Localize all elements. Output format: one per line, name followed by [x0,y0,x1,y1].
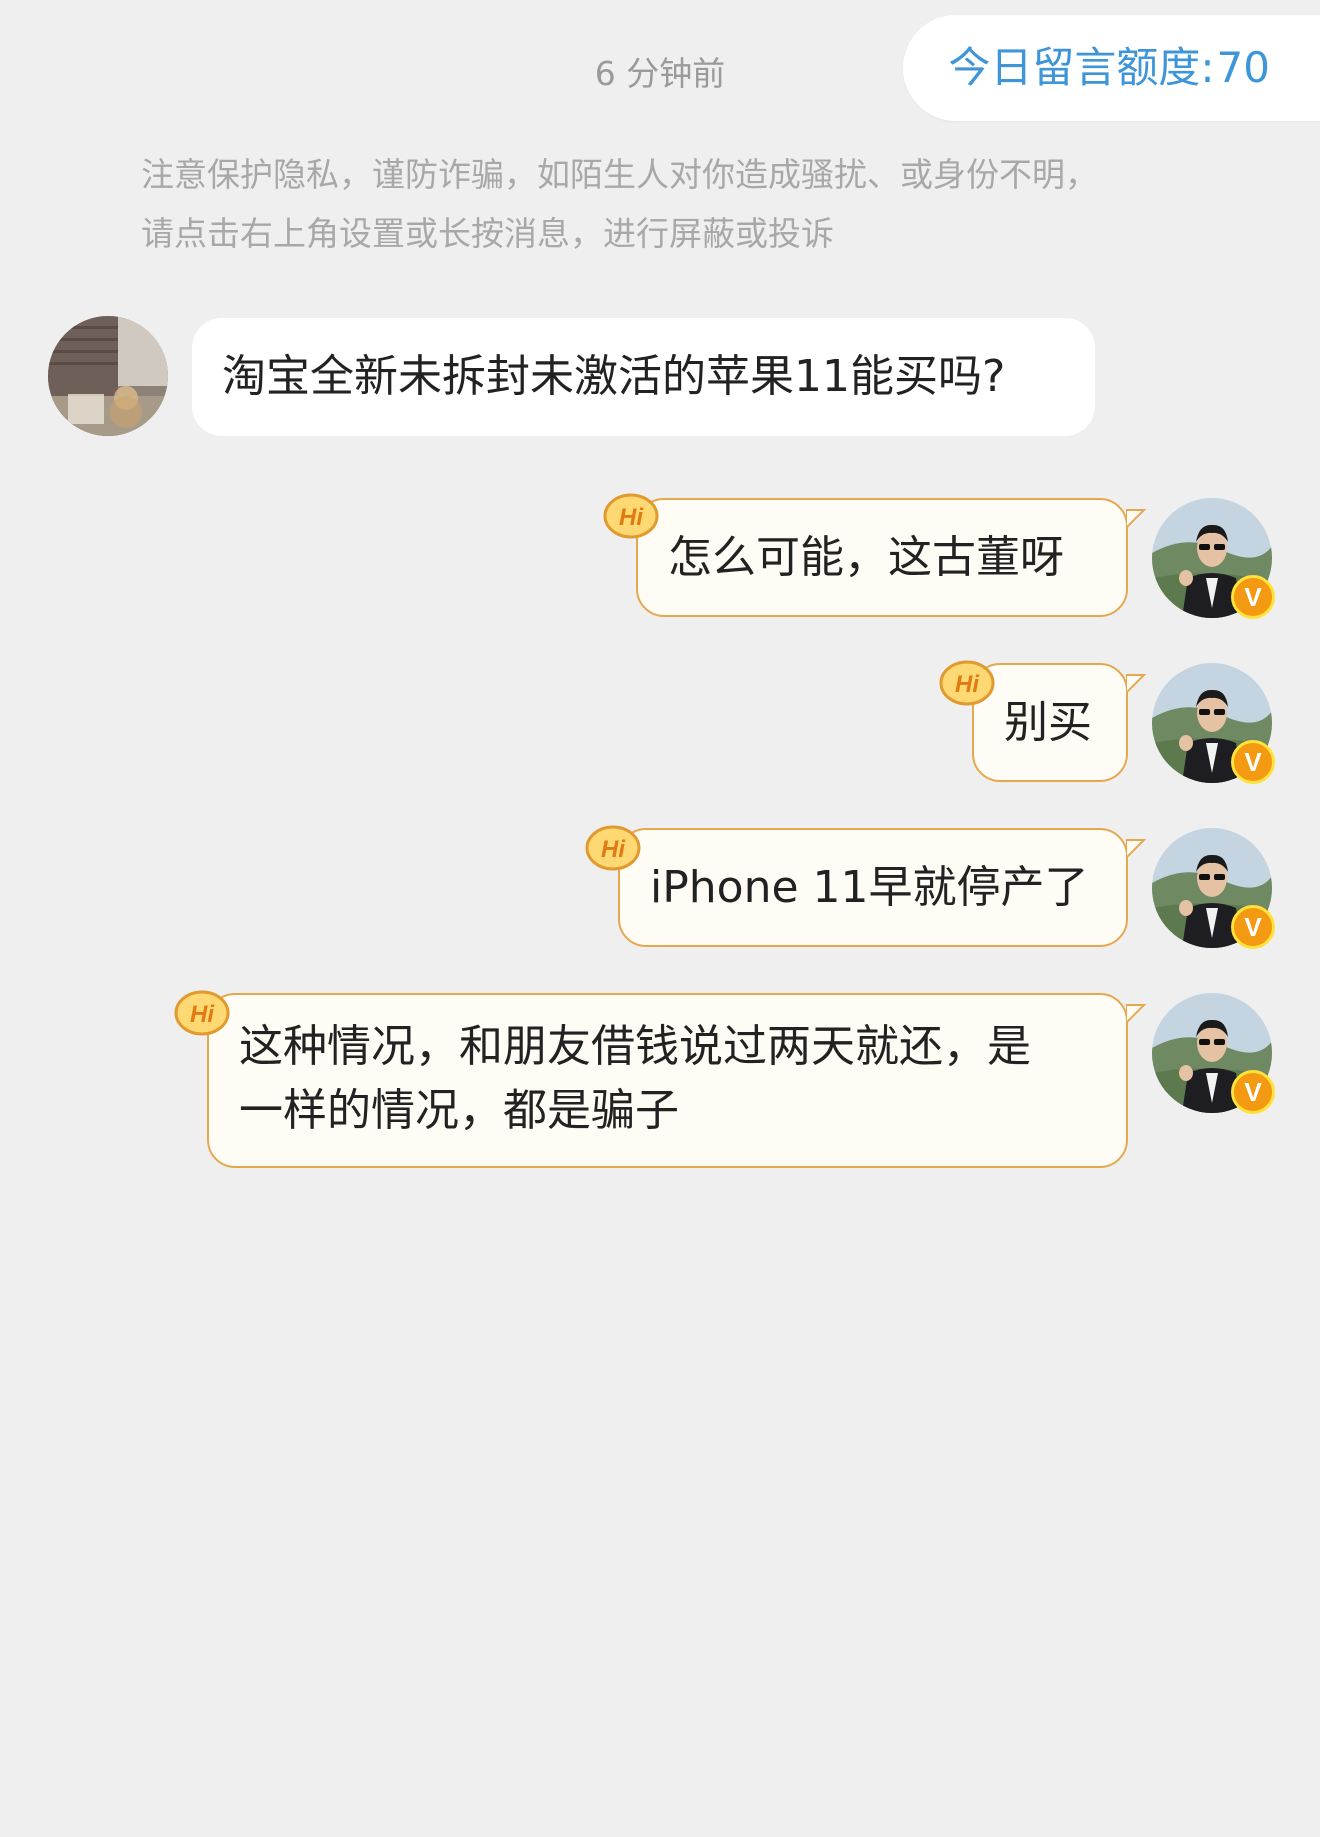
outgoing-message-bubble[interactable]: 怎么可能，这古董呀 [636,498,1128,617]
outgoing-message-text: 别买 [1004,697,1092,748]
quota-label: 今日留言额度: [948,43,1215,92]
outgoing-message-text: 怎么可能，这古董呀 [668,532,1064,583]
privacy-notice-line: 注意保护隐私，谨防诈骗，如陌生人对你造成骚扰、或身份不明， [141,155,1098,194]
privacy-notice-line: 请点击右上角设置或长按消息，进行屏蔽或投诉 [141,214,834,253]
outgoing-message-bubble[interactable]: 别买 [972,663,1128,782]
hi-badge-text: Hi [190,1001,215,1028]
bubble-tail [1125,838,1148,861]
incoming-message-bubble[interactable]: 淘宝全新未拆封未激活的苹果11能买吗? [192,318,1095,436]
outgoing-message-bubble[interactable]: 这种情况，和朋友借钱说过两天就还，是 一样的情况，都是骗子 [207,993,1128,1168]
hi-badge-icon: Hi [939,659,995,709]
hi-badge-text: Hi [601,836,626,863]
hi-badge-text: Hi [955,671,980,698]
outgoing-message-line: 这种情况，和朋友借钱说过两天就还，是 [239,1021,1031,1072]
hi-badge-icon: Hi [585,824,641,874]
incoming-message-text: 淘宝全新未拆封未激活的苹果11能买吗? [222,351,1006,402]
hi-badge-icon: Hi [603,492,659,542]
outgoing-message-text: 这种情况，和朋友借钱说过两天就还，是 一样的情况，都是骗子 [239,1015,1096,1143]
hi-badge-text: Hi [619,504,644,531]
verified-v-icon: V [1231,1070,1275,1114]
verified-v-icon: V [1231,575,1275,619]
outgoing-message-bubble[interactable]: iPhone 11早就停产了 [618,828,1128,947]
verified-v-icon: V [1231,905,1275,949]
bubble-tail [1125,508,1148,531]
bubble-tail [1125,1003,1148,1026]
quota-value: 70 [1216,43,1270,92]
sender-avatar-photo-icon [48,316,168,436]
hi-badge-icon: Hi [174,989,230,1039]
privacy-notice: 注意保护隐私，谨防诈骗，如陌生人对你造成骚扰、或身份不明， 请点击右上角设置或长… [141,145,1201,263]
bubble-tail [1125,673,1148,696]
outgoing-message-line: 一样的情况，都是骗子 [239,1085,679,1136]
outgoing-message-text: iPhone 11早就停产了 [650,862,1089,913]
daily-quota-badge[interactable]: 今日留言额度:70 [903,15,1320,121]
verified-v-icon: V [1231,740,1275,784]
sender-avatar[interactable] [48,316,168,436]
